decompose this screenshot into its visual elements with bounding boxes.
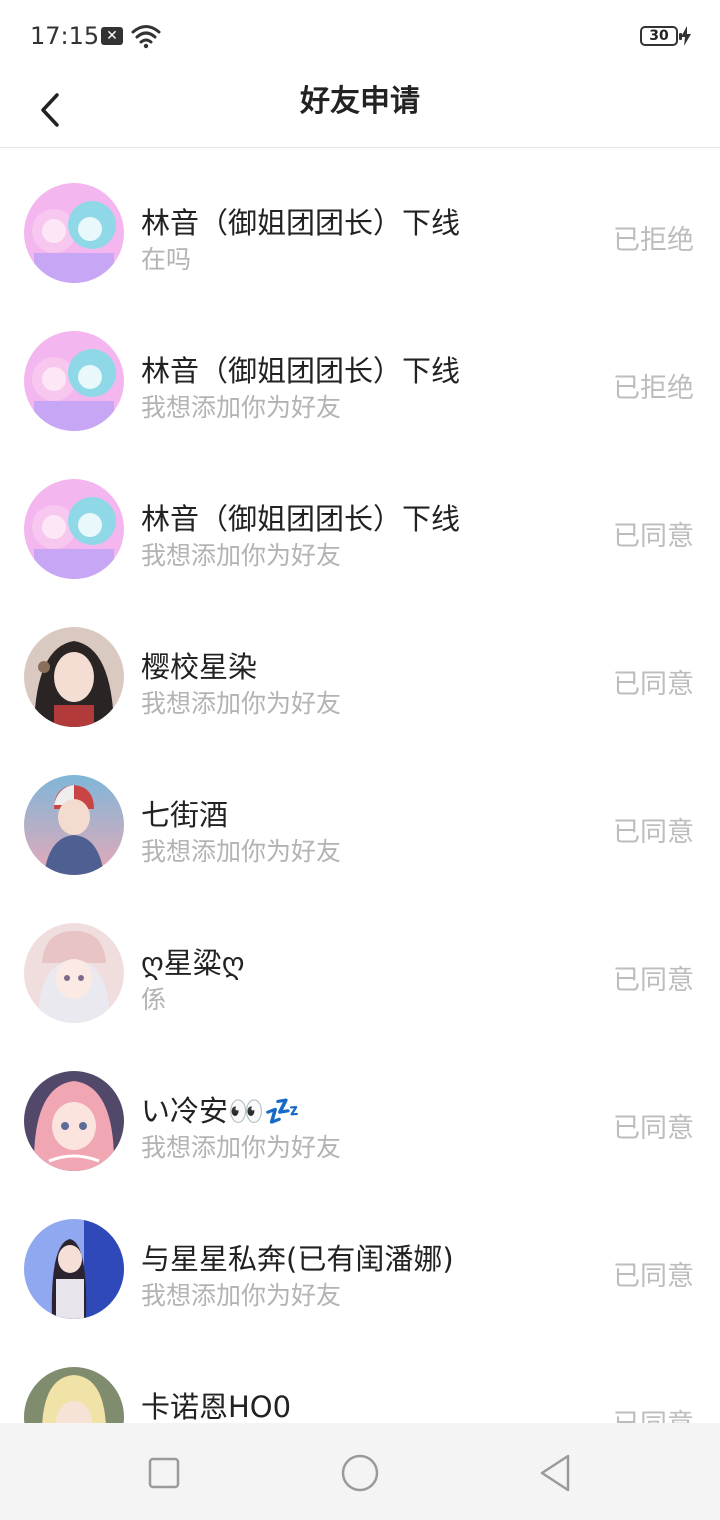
circle-icon — [341, 1454, 379, 1492]
status-bar: 17:15 ✕ 30 — [0, 0, 720, 72]
avatar-pink-twins-image — [24, 183, 124, 283]
request-row[interactable]: 樱校星染 我想添加你为好友 已同意 — [0, 594, 720, 742]
recent-apps-button[interactable] — [139, 1448, 189, 1498]
charging-icon — [681, 26, 691, 46]
system-navigation-bar — [0, 1423, 720, 1520]
request-message: 我想添加你为好友 — [141, 1281, 342, 1310]
request-message: 我想添加你为好友 — [141, 1133, 342, 1162]
requester-name: 林音（御姐团团长）下线 — [141, 206, 461, 240]
battery-icon: 30 — [640, 26, 682, 46]
request-status: 已拒绝 — [613, 225, 694, 256]
avatar[interactable] — [24, 1071, 124, 1171]
request-status: 已同意 — [613, 1402, 694, 1423]
avatar[interactable] — [24, 1219, 124, 1319]
request-status: 已同意 — [613, 521, 694, 552]
notification-x-icon: ✕ — [101, 27, 123, 45]
avatar-dark-hair-girl-image — [24, 627, 124, 727]
request-message: 我想添加你为好友 — [141, 541, 342, 570]
chevron-left-icon — [41, 93, 59, 127]
avatar-blonde-boy-image — [24, 1367, 124, 1423]
request-row[interactable]: い冷安👀💤 我想添加你为好友 已同意 — [0, 1038, 720, 1186]
requester-name: 林音（御姐团团长）下线 — [141, 502, 461, 536]
avatar-white-hair-cap-image — [24, 923, 124, 1023]
request-status: 已同意 — [613, 669, 694, 700]
avatar[interactable] — [24, 331, 124, 431]
avatar[interactable] — [24, 627, 124, 727]
avatar[interactable] — [24, 923, 124, 1023]
header: 好友申请 — [0, 72, 720, 148]
request-status: 已同意 — [613, 1261, 694, 1292]
request-message: 我想添加你为好友 — [141, 837, 342, 866]
requester-name: い冷安👀💤 — [141, 1094, 301, 1128]
avatar-pink-twins-image — [24, 331, 124, 431]
avatar-pink-hair-girl-image — [24, 1071, 124, 1171]
home-button[interactable] — [335, 1448, 385, 1498]
request-status: 已拒绝 — [613, 373, 694, 404]
wifi-icon — [131, 25, 161, 49]
request-message: 我想添加你为好友 — [141, 689, 342, 718]
requester-name: 卡诺恩HO0 — [141, 1390, 292, 1423]
request-row[interactable]: 七街酒 我想添加你为好友 已同意 — [0, 742, 720, 890]
request-message: 我想添加你为好友 — [141, 393, 342, 422]
avatar[interactable] — [24, 479, 124, 579]
requester-name: 七街酒 — [141, 798, 229, 832]
back-nav-button[interactable] — [530, 1448, 580, 1498]
request-row[interactable]: 卡诺恩HO0 已同意 — [0, 1334, 720, 1423]
request-row[interactable]: 与星星私奔(已有闺潘娜) 我想添加你为好友 已同意 — [0, 1186, 720, 1334]
avatar[interactable] — [24, 1367, 124, 1423]
request-row[interactable]: 林音（御姐团团长）下线 在吗 已拒绝 — [0, 150, 720, 298]
status-time: 17:15 — [30, 22, 100, 50]
request-status: 已同意 — [613, 965, 694, 996]
triangle-back-icon — [540, 1454, 570, 1492]
request-status: 已同意 — [613, 1113, 694, 1144]
back-button[interactable] — [30, 82, 70, 138]
square-icon — [148, 1457, 180, 1489]
requester-name: ღ星粱ღ — [141, 946, 245, 980]
request-row[interactable]: 林音（御姐团团长）下线 我想添加你为好友 已拒绝 — [0, 298, 720, 446]
avatar-boy-sunset-image — [24, 775, 124, 875]
requester-name: 林音（御姐团团长）下线 — [141, 354, 461, 388]
request-row[interactable]: ღ星粱ღ 係 已同意 — [0, 890, 720, 1038]
page-title: 好友申请 — [300, 84, 420, 119]
request-status: 已同意 — [613, 817, 694, 848]
avatar[interactable] — [24, 775, 124, 875]
avatar-girl-blue-poster-image — [24, 1219, 124, 1319]
request-message: 係 — [141, 985, 167, 1014]
request-row[interactable]: 林音（御姐团团长）下线 我想添加你为好友 已同意 — [0, 446, 720, 594]
friend-request-list[interactable]: 林音（御姐团团长）下线 在吗 已拒绝 林音（御姐团团长）下线 我想添加你为好友 … — [0, 150, 720, 1423]
requester-name: 樱校星染 — [141, 650, 258, 684]
request-message: 在吗 — [141, 245, 192, 274]
avatar[interactable] — [24, 183, 124, 283]
avatar-pink-twins-image — [24, 479, 124, 579]
requester-name: 与星星私奔(已有闺潘娜) — [141, 1242, 454, 1276]
